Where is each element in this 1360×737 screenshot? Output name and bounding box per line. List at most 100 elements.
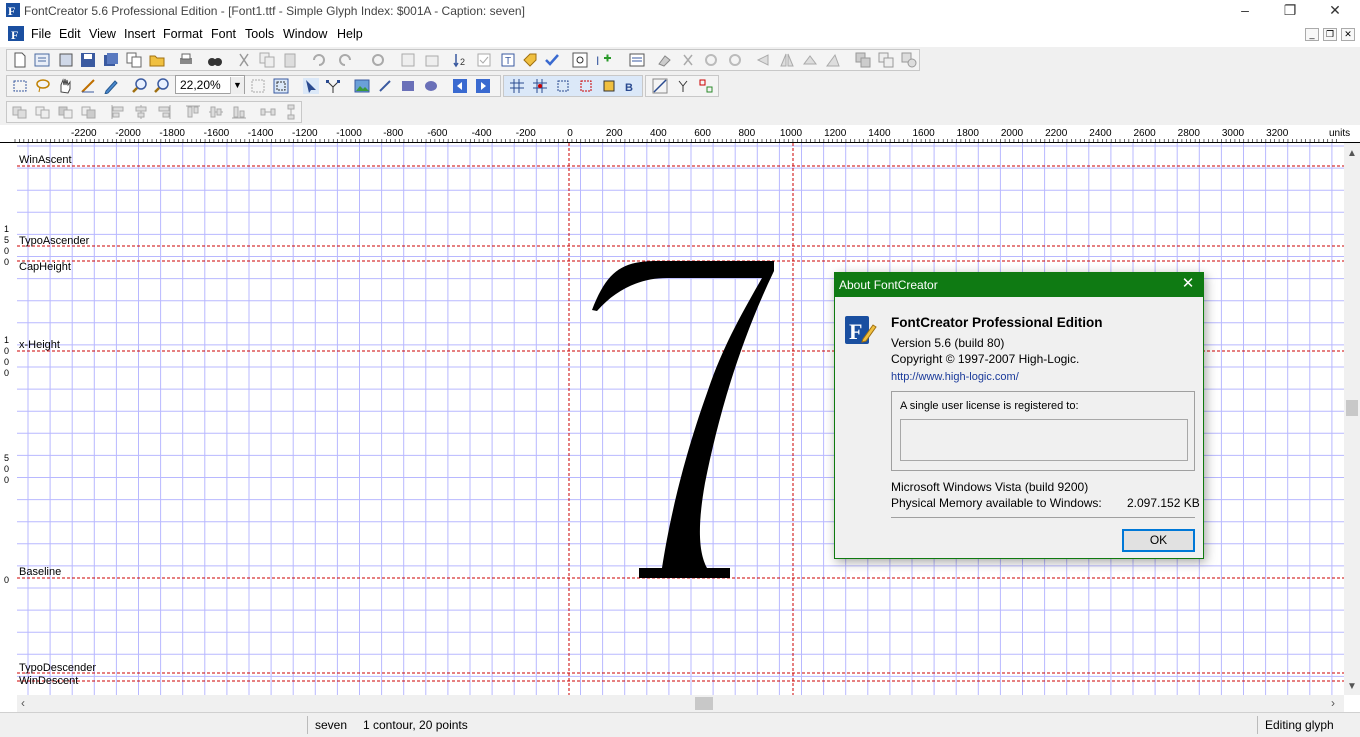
validate-icon[interactable]: [476, 52, 492, 68]
dialog-close-button[interactable]: ✕: [1173, 273, 1203, 297]
align-left-icon[interactable]: [110, 104, 126, 120]
rotate-icon[interactable]: [703, 52, 719, 68]
copy-font-icon[interactable]: [126, 52, 142, 68]
distribute-vertical-icon[interactable]: [283, 104, 299, 120]
vertical-scrollbar[interactable]: ▲ ▼: [1344, 143, 1360, 695]
vertical-scroll-thumb[interactable]: [1346, 400, 1358, 416]
select-rectangle-icon[interactable]: [12, 78, 28, 94]
menu-insert[interactable]: Insert: [124, 27, 155, 41]
rectangle-tool-icon[interactable]: [400, 78, 416, 94]
align-right-icon[interactable]: [156, 104, 172, 120]
image-icon[interactable]: [354, 78, 370, 94]
open-folder-icon[interactable]: [149, 52, 165, 68]
preview-icon[interactable]: [572, 52, 588, 68]
scroll-down-icon[interactable]: ▼: [1347, 681, 1357, 692]
group-icon[interactable]: [12, 104, 28, 120]
send-back-icon[interactable]: [81, 104, 97, 120]
previous-glyph-icon[interactable]: [452, 78, 468, 94]
menu-window[interactable]: Window: [283, 27, 327, 41]
zoom-combobox[interactable]: 22,20% ▼: [175, 75, 245, 94]
mdi-minimize-button[interactable]: _: [1305, 28, 1319, 41]
pen-icon[interactable]: [103, 78, 119, 94]
guidelines-icon[interactable]: [555, 78, 571, 94]
align-top-icon[interactable]: [185, 104, 201, 120]
lasso-icon[interactable]: [35, 78, 51, 94]
close-button[interactable]: ✕: [1312, 0, 1358, 22]
export-icon[interactable]: [424, 52, 440, 68]
menu-view[interactable]: View: [89, 27, 116, 41]
mdi-close-button[interactable]: ✕: [1341, 28, 1355, 41]
bring-front-icon[interactable]: [58, 104, 74, 120]
line-tool-icon[interactable]: [377, 78, 393, 94]
ok-button[interactable]: OK: [1122, 529, 1195, 552]
minimize-button[interactable]: –: [1222, 0, 1268, 22]
print-icon[interactable]: [178, 52, 194, 68]
undo-icon[interactable]: [310, 52, 326, 68]
sort-icon[interactable]: 2: [452, 52, 468, 68]
next-glyph-icon[interactable]: [475, 78, 491, 94]
zoom-out-icon[interactable]: [154, 78, 170, 94]
ellipse-tool-icon[interactable]: [423, 78, 439, 94]
document-icon[interactable]: F: [8, 26, 24, 41]
flip-vertical-icon[interactable]: [802, 52, 818, 68]
rotate-right-icon[interactable]: [727, 52, 743, 68]
zoom-selection-icon[interactable]: [273, 78, 289, 94]
save-all-icon[interactable]: [103, 52, 119, 68]
align-middle-icon[interactable]: [208, 104, 224, 120]
flip-horizontal-icon[interactable]: [779, 52, 795, 68]
mdi-restore-button[interactable]: ❐: [1323, 28, 1337, 41]
contour-intersect-icon[interactable]: [878, 52, 894, 68]
measure-icon[interactable]: [80, 78, 96, 94]
ungroup-icon[interactable]: [35, 104, 51, 120]
redo-icon[interactable]: [338, 52, 354, 68]
bitmap-icon[interactable]: B: [624, 78, 640, 94]
align-center-icon[interactable]: [133, 104, 149, 120]
paste-icon[interactable]: [282, 52, 298, 68]
font-properties-icon[interactable]: [400, 52, 416, 68]
snap-points-icon[interactable]: [601, 78, 617, 94]
menu-tools[interactable]: Tools: [245, 27, 274, 41]
zoom-fit-icon[interactable]: [250, 78, 266, 94]
snap-grid-icon[interactable]: [532, 78, 548, 94]
zoom-in-icon[interactable]: [132, 78, 148, 94]
save-icon[interactable]: [80, 52, 96, 68]
node-tool-icon[interactable]: [325, 78, 341, 94]
find-icon[interactable]: [207, 52, 223, 68]
dialog-website-link[interactable]: http://www.high-logic.com/: [891, 371, 1019, 383]
pointer-tool-icon[interactable]: [303, 78, 319, 94]
text-box-icon[interactable]: T: [500, 52, 516, 68]
open-icon[interactable]: [58, 52, 74, 68]
horizontal-scrollbar[interactable]: ‹ ›: [17, 695, 1344, 712]
menu-file[interactable]: File: [31, 27, 51, 41]
copy-icon[interactable]: [259, 52, 275, 68]
maximize-button[interactable]: ❐: [1267, 0, 1313, 22]
metrics-icon[interactable]: [652, 78, 668, 94]
grid-icon[interactable]: [509, 78, 525, 94]
hierarchy-icon[interactable]: [675, 78, 691, 94]
scroll-up-icon[interactable]: ▲: [1347, 148, 1357, 159]
scroll-right-icon[interactable]: ›: [1331, 696, 1335, 710]
tag-icon[interactable]: [522, 52, 538, 68]
contour-union-icon[interactable]: [855, 52, 871, 68]
menu-font[interactable]: Font: [211, 27, 236, 41]
eraser-icon[interactable]: [656, 52, 672, 68]
refresh-icon[interactable]: [370, 52, 386, 68]
components-icon[interactable]: [698, 78, 714, 94]
snap-guidelines-icon[interactable]: [578, 78, 594, 94]
scroll-left-icon[interactable]: ‹: [21, 696, 25, 710]
menu-format[interactable]: Format: [163, 27, 203, 41]
hand-icon[interactable]: [57, 78, 73, 94]
distribute-horizontal-icon[interactable]: [260, 104, 276, 120]
align-bottom-icon[interactable]: [231, 104, 247, 120]
new-glyph-icon[interactable]: [34, 52, 50, 68]
glyph-list-icon[interactable]: [629, 52, 645, 68]
scissors-icon[interactable]: [680, 52, 696, 68]
contour-subtract-icon[interactable]: [901, 52, 917, 68]
chevron-down-icon[interactable]: ▼: [230, 77, 244, 94]
new-file-icon[interactable]: [12, 52, 28, 68]
add-glyph-icon[interactable]: I: [596, 52, 612, 68]
menu-help[interactable]: Help: [337, 27, 363, 41]
cut-icon[interactable]: [236, 52, 252, 68]
menu-edit[interactable]: Edit: [59, 27, 81, 41]
flip-left-icon[interactable]: [756, 52, 772, 68]
